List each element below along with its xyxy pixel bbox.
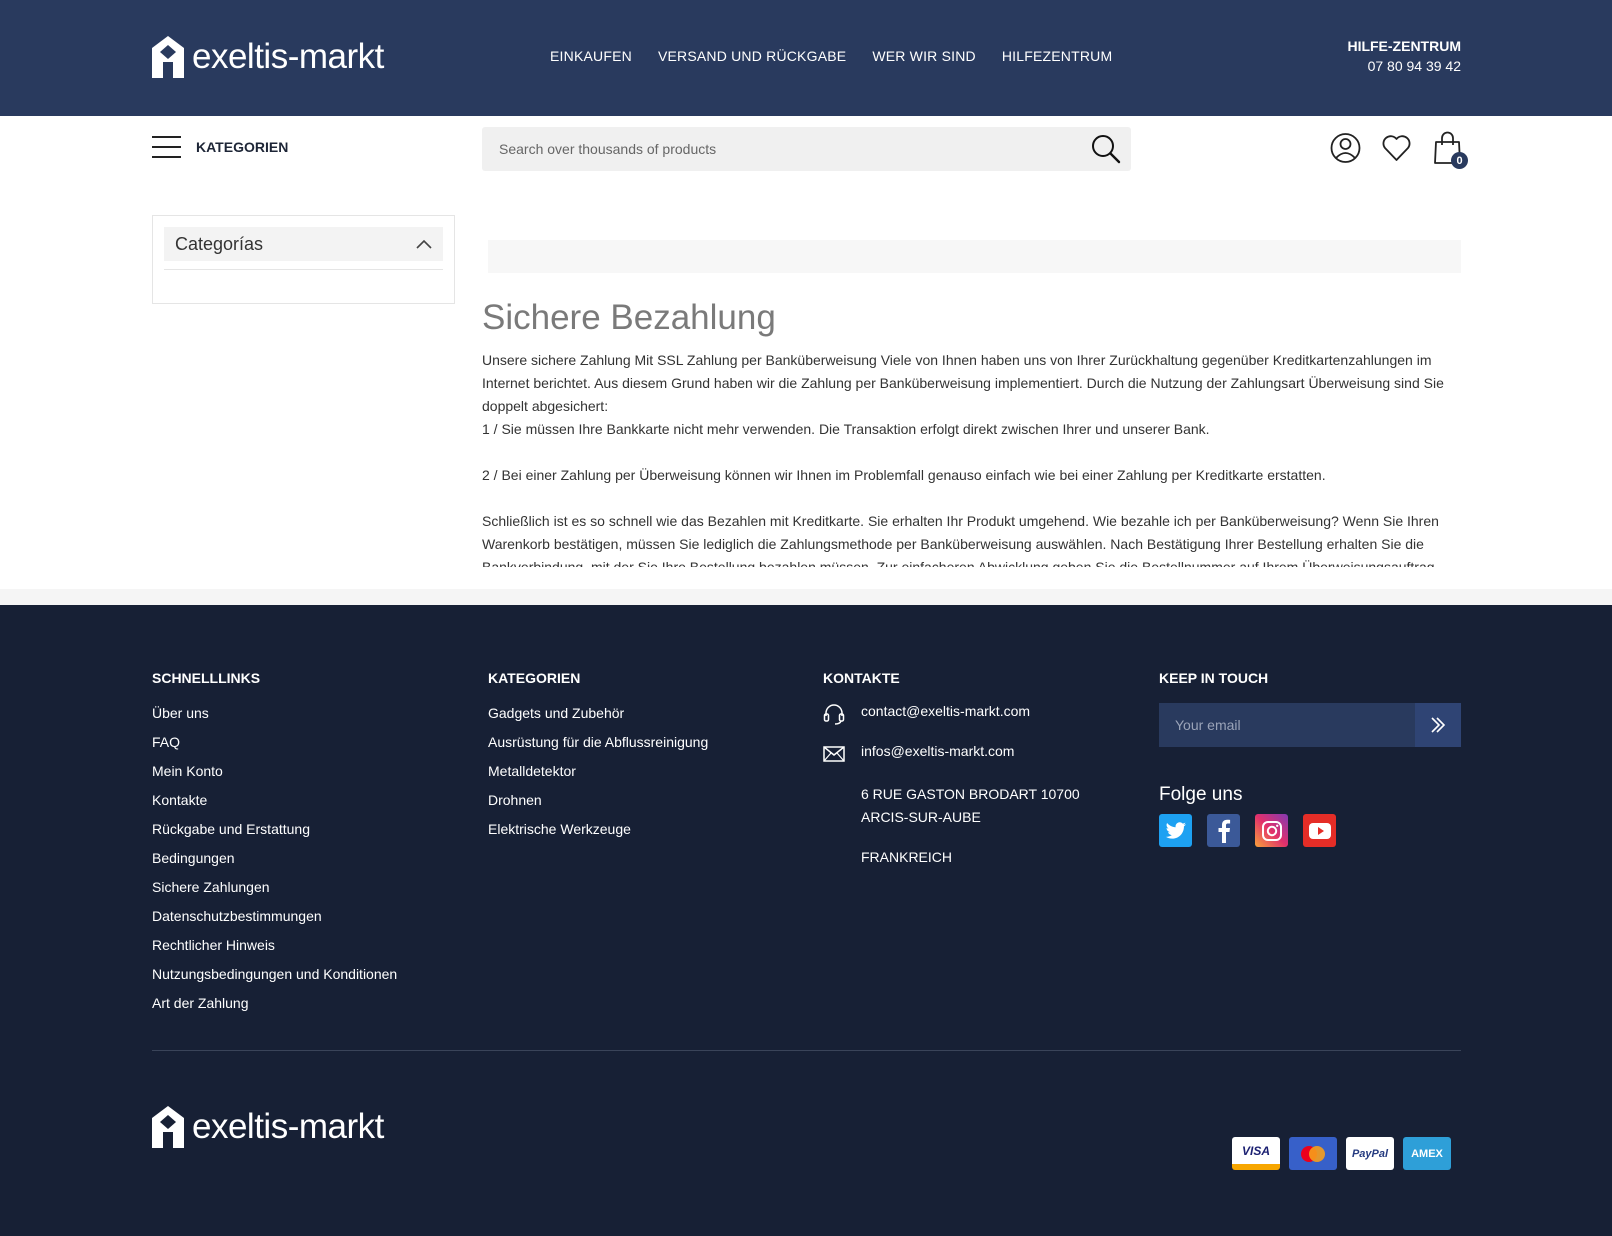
footer-link[interactable]: Bedingungen	[152, 850, 235, 866]
newsletter-submit-button[interactable]	[1415, 703, 1461, 747]
footer-heading: SCHNELLLINKS	[152, 670, 261, 686]
logo-mark-icon	[152, 1106, 184, 1148]
contact-email-row: contact@exeltis-markt.com	[823, 703, 1123, 725]
cart-button[interactable]: 0	[1432, 131, 1468, 169]
footer-heading: KATEGORIEN	[488, 670, 581, 686]
nav-hilfezentrum[interactable]: HILFEZENTRUM	[1002, 48, 1113, 64]
footer-link[interactable]: Art der Zahlung	[152, 995, 249, 1011]
paypal-label: PayPal	[1351, 1147, 1389, 1160]
nav-wer-wir-sind[interactable]: WER WIR SIND	[872, 48, 976, 64]
help-phone[interactable]: 07 80 94 39 42	[1347, 58, 1461, 74]
address: 6 RUE GASTON BRODART 10700 ARCIS-SUR-AUB…	[861, 783, 1123, 869]
wishlist-heart-icon[interactable]	[1381, 131, 1412, 165]
content-paragraph: Unsere sichere Zahlung Mit SSL Zahlung p…	[482, 352, 1444, 414]
visa-label: VISA	[1241, 1143, 1270, 1158]
page-content: Unsere sichere Zahlung Mit SSL Zahlung p…	[482, 349, 1462, 567]
country: FRANKREICH	[861, 849, 953, 865]
help-center: HILFE-ZENTRUM 07 80 94 39 42	[1347, 38, 1461, 74]
footer-brand-logo[interactable]: exeltis-markt	[152, 1106, 384, 1148]
content-paragraph: Schließlich ist es so schnell wie das Be…	[482, 513, 1439, 567]
footer-link[interactable]: Nutzungsbedingungen und Konditionen	[152, 966, 397, 982]
main-nav: EINKAUFEN VERSAND UND RÜCKGABE WER WIR S…	[550, 48, 1112, 64]
newsletter-email-input[interactable]	[1159, 703, 1417, 747]
footer-category-link[interactable]: Ausrüstung für die Abflussreinigung	[488, 734, 708, 750]
footer-contacts: KONTAKTE contact@exeltis-markt.com infos…	[823, 670, 1123, 869]
breadcrumb	[488, 240, 1461, 273]
sidebar-divider	[164, 269, 443, 270]
categories-accordion-header[interactable]: Categorías	[164, 227, 443, 261]
top-header: exeltis-markt EINKAUFEN VERSAND UND RÜCK…	[0, 0, 1612, 116]
footer-top-strip	[0, 589, 1612, 605]
categories-menu-button[interactable]: KATEGORIEN	[152, 136, 288, 158]
footer-link[interactable]: Mein Konto	[152, 763, 223, 779]
instagram-icon[interactable]	[1255, 814, 1288, 847]
chevron-up-icon	[416, 239, 432, 249]
footer-divider	[152, 1050, 1461, 1051]
account-icon[interactable]	[1330, 131, 1361, 165]
content-paragraph: 2 / Bei einer Zahlung per Überweisung kö…	[482, 467, 1326, 483]
footer-category-link[interactable]: Elektrische Werkzeuge	[488, 821, 631, 837]
contact-email[interactable]: contact@exeltis-markt.com	[861, 703, 1030, 719]
category-sidebar: Categorías	[152, 215, 455, 304]
mastercard-icon	[1289, 1137, 1337, 1170]
info-email[interactable]: infos@exeltis-markt.com	[861, 743, 1014, 759]
nav-versand[interactable]: VERSAND UND RÜCKGABE	[658, 48, 846, 64]
hamburger-icon	[152, 136, 181, 158]
footer-quicklinks: SCHNELLLINKS Über uns FAQ Mein Konto Kon…	[152, 670, 397, 1022]
nav-einkaufen[interactable]: EINKAUFEN	[550, 48, 632, 64]
payment-methods: VISA PayPal AMEX	[1232, 1137, 1451, 1170]
street-address: 6 RUE GASTON BRODART 10700 ARCIS-SUR-AUB…	[861, 786, 1080, 825]
search-bar	[482, 127, 1131, 171]
facebook-icon[interactable]	[1207, 814, 1240, 847]
categories-menu-label: KATEGORIEN	[196, 139, 289, 155]
social-links	[1159, 814, 1461, 847]
follow-us-heading: Folge uns	[1159, 784, 1243, 805]
sidebar-title: Categorías	[175, 233, 264, 254]
help-title: HILFE-ZENTRUM	[1347, 38, 1461, 54]
visa-icon: VISA	[1232, 1137, 1280, 1170]
brand-logo[interactable]: exeltis-markt	[152, 36, 384, 78]
footer-category-link[interactable]: Drohnen	[488, 792, 542, 808]
content-paragraph: 1 / Sie müssen Ihre Bankkarte nicht mehr…	[482, 421, 1210, 437]
newsletter-form	[1159, 703, 1461, 747]
footer-link[interactable]: Über uns	[152, 705, 209, 721]
footer-heading: KONTAKTE	[823, 670, 900, 686]
footer-category-link[interactable]: Metalldetektor	[488, 763, 576, 779]
footer-categories: KATEGORIEN Gadgets und Zubehör Ausrüstun…	[488, 670, 708, 848]
youtube-icon[interactable]	[1303, 814, 1336, 847]
footer-link[interactable]: Rechtlicher Hinweis	[152, 937, 275, 953]
footer-link[interactable]: FAQ	[152, 734, 180, 750]
twitter-icon[interactable]	[1159, 814, 1192, 847]
logo-mark-icon	[152, 36, 184, 78]
amex-label: AMEX	[1411, 1147, 1443, 1160]
footer-newsletter: KEEP IN TOUCH Folge uns	[1159, 670, 1461, 847]
footer-category-link[interactable]: Gadgets und Zubehör	[488, 705, 624, 721]
info-email-row: infos@exeltis-markt.com	[823, 743, 1123, 765]
paypal-icon: PayPal	[1346, 1137, 1394, 1170]
footer-link[interactable]: Rückgabe und Erstattung	[152, 821, 310, 837]
header-icons: 0	[1330, 131, 1468, 169]
search-icon[interactable]	[1089, 132, 1123, 166]
footer-heading: KEEP IN TOUCH	[1159, 670, 1269, 686]
brand-name: exeltis-markt	[192, 37, 384, 76]
footer-link[interactable]: Datenschutzbestimmungen	[152, 908, 322, 924]
page-title: Sichere Bezahlung	[482, 298, 776, 337]
double-chevron-right-icon	[1431, 717, 1446, 733]
site-footer: SCHNELLLINKS Über uns FAQ Mein Konto Kon…	[0, 605, 1612, 1236]
amex-icon: AMEX	[1403, 1137, 1451, 1170]
footer-link[interactable]: Sichere Zahlungen	[152, 879, 270, 895]
footer-link[interactable]: Kontakte	[152, 792, 207, 808]
cart-count-badge: 0	[1451, 152, 1468, 169]
brand-name: exeltis-markt	[192, 1107, 384, 1146]
search-input[interactable]	[482, 127, 1072, 171]
envelope-icon	[823, 746, 845, 762]
headset-icon	[823, 704, 845, 725]
